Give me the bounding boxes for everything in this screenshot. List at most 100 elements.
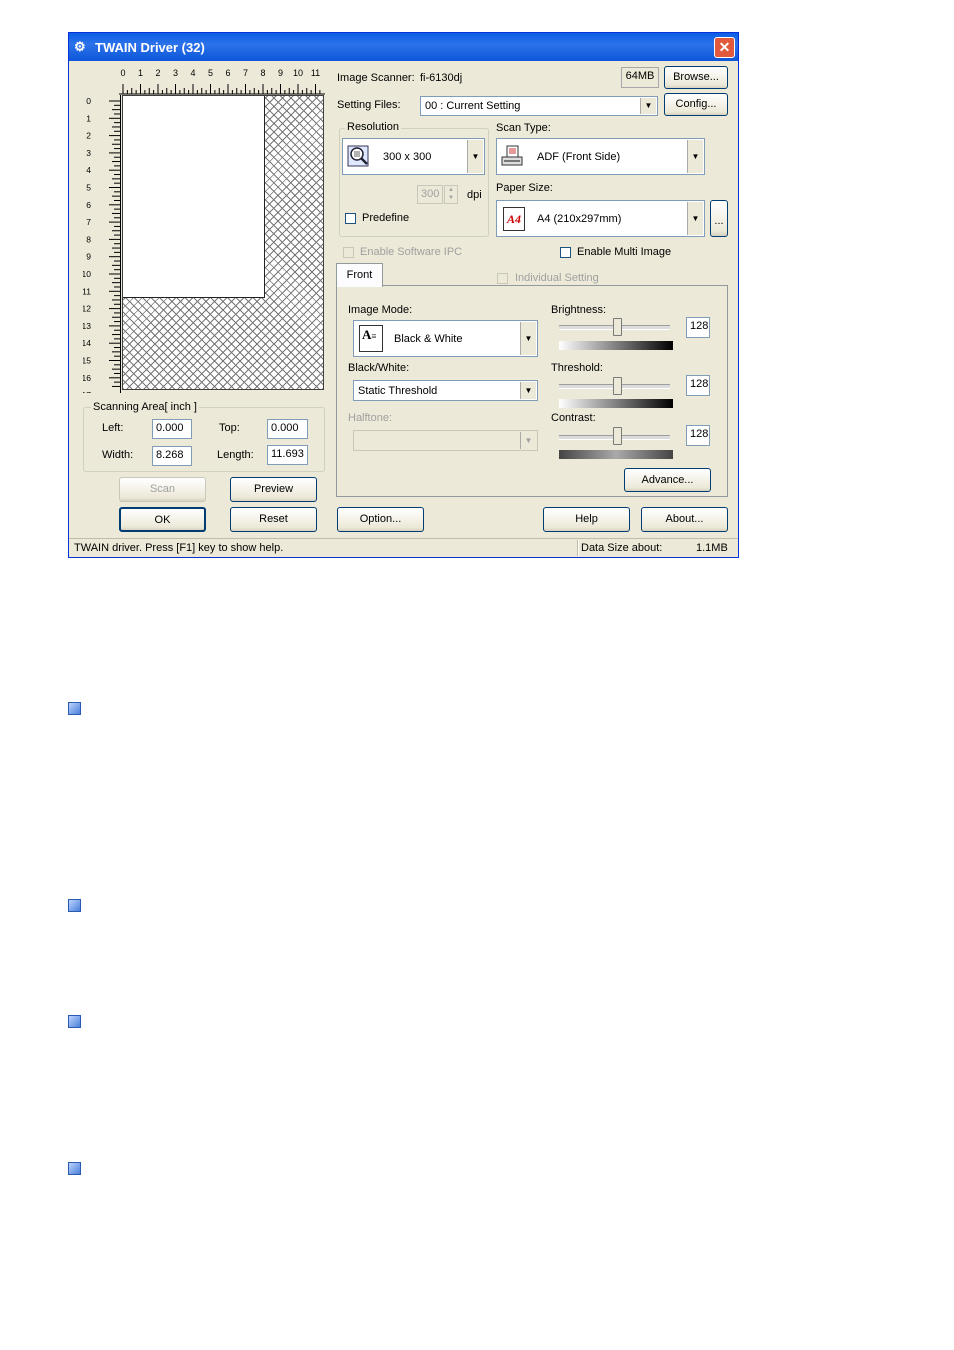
tab-front[interactable]: Front [336,263,383,287]
left-input[interactable]: 0.000 [152,419,192,439]
top-input[interactable]: 0.000 [267,419,308,439]
ruler-left-label: 16 [83,373,91,383]
halftone-dropdown[interactable]: ▼ [353,430,538,451]
chevron-down-icon: ▼ [520,322,536,355]
ruler-top-label: 7 [243,68,248,78]
preview-button[interactable]: Preview [230,477,317,502]
scan-type-value: ADF (Front Side) [537,151,621,163]
black-white-label: Black/White: [348,362,410,374]
contrast-slider-thumb[interactable] [613,427,622,445]
bullet-icon [68,1015,81,1028]
ruler-left-label: 14 [83,338,91,348]
image-scanner-label: Image Scanner: [337,72,415,84]
data-size-label: Data Size about: [581,542,663,554]
page-outline [123,96,265,298]
width-input[interactable]: 8.268 [152,446,192,466]
ruler-left-label: 1 [86,113,91,123]
enable-multi-image-checkbox[interactable] [560,247,571,258]
brightness-slider-thumb[interactable] [613,318,622,336]
ruler-top-label: 8 [260,68,265,78]
contrast-gradient [559,450,673,459]
reset-button[interactable]: Reset [230,507,317,532]
twain-driver-window: ⚙ TWAIN Driver (32) ✕ 0 1 2 3 4 5 6 7 8 9 10 11 012… [68,32,739,558]
chevron-down-icon: ▼ [467,140,483,173]
ruler-left-label: 0 [86,96,91,106]
image-mode-dropdown[interactable]: A≡ Black & White ▼ [353,320,538,357]
close-icon: ✕ [718,39,731,55]
resolution-spinner[interactable]: ▲ ▼ [444,185,458,204]
bullet-icon [68,702,81,715]
bullet-icon [68,1162,81,1175]
status-separator [577,540,579,556]
preview-area[interactable] [122,95,324,390]
adf-scanner-icon [501,145,523,166]
browse-button[interactable]: Browse... [664,66,728,89]
ruler-left-label: 2 [86,131,91,141]
ruler-left-label: 4 [86,165,91,175]
ruler-top-label: 11 [311,68,320,78]
ok-button[interactable]: OK [119,507,206,532]
custom-resolution-input[interactable]: 300 [417,185,443,204]
help-button[interactable]: Help [543,507,630,532]
ruler-top-label: 0 [120,68,125,78]
bw-document-icon: A≡ [359,325,383,352]
enable-software-ipc-checkbox[interactable] [343,247,354,258]
ruler-left-label: 10 [83,269,91,279]
chevron-down-icon: ▼ [687,202,703,235]
brightness-label: Brightness: [551,304,607,316]
top-label: Top: [219,422,240,434]
close-button[interactable]: ✕ [714,37,735,58]
ruler-left-label: 6 [86,200,91,210]
chevron-down-icon: ▼ [687,140,703,173]
option-button[interactable]: Option... [337,507,424,532]
ruler-top-label: 1 [138,68,143,78]
threshold-gradient [559,399,673,408]
left-ruler: 01234567891011121314151617 [83,95,121,393]
resolution-dropdown[interactable]: 300 x 300 ▼ [342,138,485,175]
threshold-slider-thumb[interactable] [613,377,622,395]
resolution-value: 300 x 300 [383,151,432,163]
ruler-top-label: 2 [155,68,160,78]
data-size-value: 1.1MB [696,542,728,554]
length-label: Length: [217,449,254,461]
status-bar: TWAIN driver. Press [F1] key to show hel… [69,538,738,558]
dpi-unit: dpi [467,189,482,201]
length-input[interactable]: 11.693 [267,445,308,465]
image-mode-label: Image Mode: [348,304,413,316]
paper-size-value: A4 (210x297mm) [537,213,622,225]
setting-files-dropdown[interactable]: 00 : Current Setting ▼ [420,96,658,116]
black-white-dropdown[interactable]: Static Threshold ▼ [353,380,538,401]
title-bar[interactable]: ⚙ TWAIN Driver (32) ✕ [69,33,738,61]
individual-setting-label: Individual Setting [515,272,599,284]
scan-type-dropdown[interactable]: ADF (Front Side) ▼ [496,138,705,175]
predefine-label: Predefine [362,212,410,224]
threshold-value[interactable]: 128 [686,375,710,396]
black-white-value: Static Threshold [358,385,438,397]
paper-a4-icon: A4 [503,207,525,231]
contrast-value[interactable]: 128 [686,425,710,446]
ruler-top-label: 9 [278,68,283,78]
left-label: Left: [102,422,124,434]
config-button[interactable]: Config... [664,93,728,116]
resolution-label: Resolution [345,121,401,133]
paper-size-dropdown[interactable]: A4 A4 (210x297mm) ▼ [496,200,705,237]
memory-indicator: 64MB [621,67,659,88]
halftone-label: Halftone: [348,412,393,424]
predefine-checkbox[interactable] [345,213,356,224]
scan-button[interactable]: Scan [119,477,206,502]
scan-type-label: Scan Type: [496,122,551,134]
ruler-left-label: 15 [83,356,91,366]
bullet-icon [68,899,81,912]
individual-setting-checkbox[interactable] [497,273,508,284]
scanner-icon: ⚙ [74,39,86,54]
about-button[interactable]: About... [641,507,728,532]
enable-multi-image-label: Enable Multi Image [577,246,672,258]
ruler-left-label: 12 [83,304,91,314]
threshold-label: Threshold: [551,362,603,374]
chevron-down-icon: ▼ [520,382,536,399]
paper-size-more-button[interactable]: ... [710,200,728,237]
advance-button[interactable]: Advance... [624,468,711,492]
brightness-value[interactable]: 128 [686,317,710,338]
ruler-left-label: 9 [86,252,91,262]
ruler-left-label: 3 [86,148,91,158]
